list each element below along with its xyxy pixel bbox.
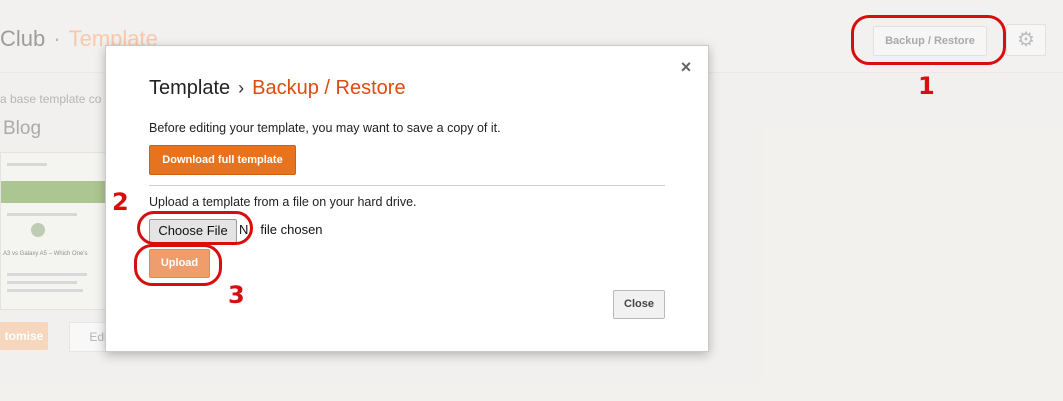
annotation-number-2: 2	[112, 188, 129, 216]
backup-restore-dialog: Template › Backup / Restore × Before editi…	[105, 45, 709, 352]
dialog-title: Template › Backup / Restore	[149, 77, 406, 100]
annotation-circle-2	[137, 211, 253, 245]
download-template-button[interactable]: Download full template	[149, 145, 296, 175]
close-icon[interactable]: ×	[678, 58, 694, 76]
annotation-circle-3	[134, 244, 222, 286]
close-button[interactable]: Close	[613, 290, 665, 319]
annotation-circle-1	[851, 15, 1006, 65]
backup-intro-text: Before editing your template, you may wa…	[149, 121, 501, 135]
divider	[149, 185, 665, 186]
upload-instructions: Upload a template from a file on your ha…	[149, 195, 417, 209]
file-status-rest: file chosen	[260, 222, 323, 237]
annotation-number-3: 3	[228, 281, 245, 309]
annotation-number-1: 1	[918, 72, 935, 100]
dialog-title-active: Backup / Restore	[252, 77, 406, 99]
chevron-right-icon: ›	[238, 78, 245, 98]
dialog-title-template: Template	[149, 77, 231, 99]
